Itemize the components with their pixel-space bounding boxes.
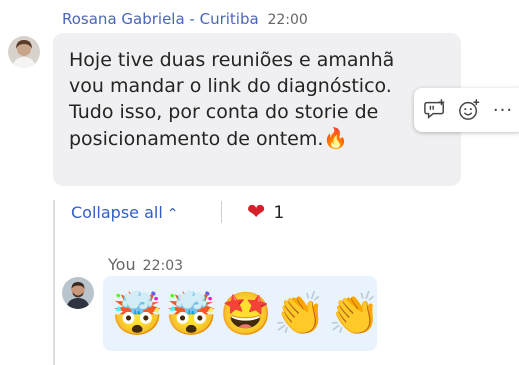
- message-line: posicionamento de ontem.: [69, 128, 324, 150]
- outgoing-message-bubble[interactable]: 🤯 🤯 🤩 👏 👏: [103, 276, 381, 351]
- exploding-head-emoji: 🤯: [111, 288, 164, 338]
- reply-timestamp: 22:03: [142, 258, 184, 274]
- sender-name[interactable]: Rosana Gabriela - Curitiba: [62, 10, 259, 28]
- fire-emoji: 🔥: [323, 126, 349, 150]
- collapse-all-label: Collapse all: [71, 203, 163, 222]
- add-reaction-button[interactable]: [456, 97, 482, 123]
- divider: [221, 201, 222, 223]
- message-line: vou mandar o link do diagnóstico.: [69, 75, 392, 97]
- sender-avatar[interactable]: [8, 36, 40, 68]
- reply-sender-name: You: [108, 255, 136, 274]
- clapping-hands-emoji: 👏: [273, 288, 327, 338]
- reply-with-quote-button[interactable]: [422, 97, 448, 123]
- message-line: Tudo isso, por conta do storie de: [69, 101, 379, 123]
- reply-sender-header: You 22:03: [108, 255, 183, 274]
- exploding-head-emoji: 🤯: [165, 288, 218, 338]
- message-sender-header: Rosana Gabriela - Curitiba 22:00: [62, 10, 308, 28]
- message-hover-toolbar: ···: [414, 88, 519, 132]
- chevron-up-icon: ⌃: [166, 206, 179, 222]
- star-struck-emoji: 🤩: [219, 288, 272, 338]
- more-options-button[interactable]: ···: [490, 97, 516, 123]
- heart-icon: ❤: [247, 200, 266, 225]
- clapping-hands-emoji: 👏: [328, 288, 381, 338]
- incoming-message-bubble[interactable]: Hoje tive duas reuniões e amanhã vou man…: [53, 33, 461, 186]
- collapse-all-link[interactable]: Collapse all ⌃: [71, 203, 179, 222]
- message-timestamp: 22:00: [267, 12, 308, 28]
- message-line: Hoje tive duas reuniões e amanhã: [69, 49, 395, 71]
- heart-reaction-button[interactable]: ❤ 1: [247, 200, 284, 225]
- reply-with-quote-icon: [424, 99, 445, 119]
- my-avatar[interactable]: [62, 277, 94, 309]
- add-reaction-icon: [459, 99, 480, 120]
- reaction-count: 1: [273, 202, 285, 223]
- message-text: Hoje tive duas reuniões e amanhã vou man…: [69, 47, 445, 152]
- thread-line: [53, 200, 55, 365]
- more-options-icon: ···: [492, 99, 514, 121]
